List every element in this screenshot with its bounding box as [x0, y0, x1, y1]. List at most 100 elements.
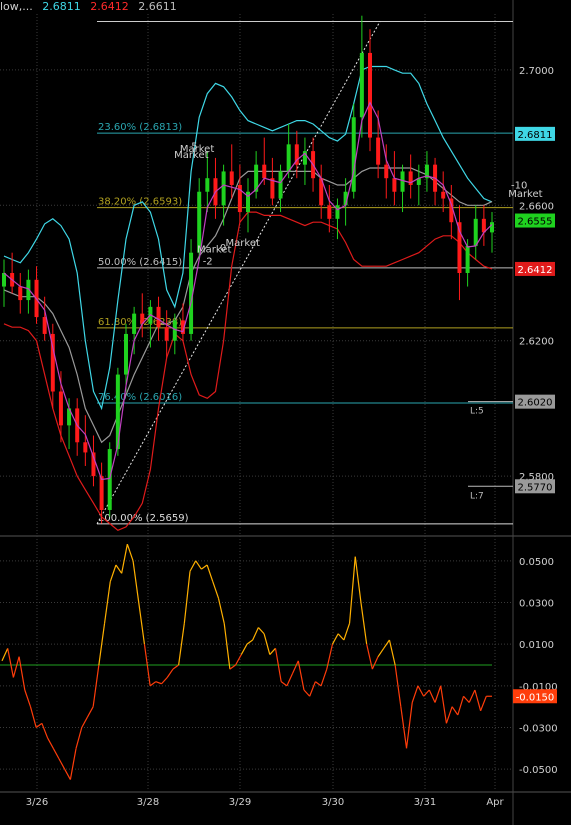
fib-level-label: 76.40% (2.6016): [98, 392, 182, 403]
candle-body: [286, 144, 291, 172]
x-tick-label: 3/30: [322, 797, 344, 808]
osc-line-segment: [423, 689, 430, 697]
osc-line-segment: [474, 689, 482, 711]
osc-line-segment: [1, 648, 9, 662]
trade-annotation: Market: [226, 238, 260, 249]
osc-line-segment: [69, 748, 77, 780]
osc-line-segment: [92, 664, 100, 707]
x-tick-label: 3/31: [414, 797, 436, 808]
price-tag-label: 2.5770: [518, 482, 553, 493]
candle-body: [335, 205, 340, 219]
osc-line-segment: [229, 664, 236, 670]
osc-line-segment: [428, 689, 436, 703]
osc-value-label: -0.0150: [516, 692, 555, 703]
osc-line-segment: [121, 544, 128, 574]
osc-line-segment: [480, 696, 487, 712]
price-tick-label: 2.7000: [519, 66, 554, 77]
osc-line-segment: [41, 723, 49, 739]
candle-body: [99, 476, 104, 510]
price-tick-label: 2.6600: [519, 201, 554, 212]
fib-level-label: 23.60% (2.6813): [98, 122, 182, 133]
osc-tick-label: 0.0100: [519, 640, 554, 651]
osc-line-segment: [463, 695, 470, 703]
candle-body: [392, 178, 397, 192]
candle-body: [197, 191, 202, 253]
level-label: L:7: [470, 491, 484, 501]
candle-body: [490, 222, 494, 233]
price-tag-label: 2.6020: [518, 398, 553, 409]
osc-line-segment: [405, 702, 413, 749]
osc-line-segment: [195, 560, 202, 570]
osc-line-segment: [240, 643, 248, 655]
trade-annotation: 0: [220, 243, 226, 254]
osc-line-segment: [58, 758, 66, 770]
bollinger-lower-band: [3, 211, 493, 531]
candle-body: [124, 333, 128, 375]
osc-line-segment: [309, 681, 316, 697]
price-tick-label: 2.6200: [519, 337, 554, 348]
osc-line-segment: [360, 602, 368, 645]
candle-body: [229, 171, 234, 185]
osc-line-segment: [12, 656, 20, 678]
osc-line-segment: [451, 706, 459, 716]
osc-line-segment: [303, 689, 311, 697]
candle-body: [441, 191, 446, 199]
candle-body: [2, 273, 6, 287]
osc-tick-label: 0.0500: [519, 557, 554, 568]
osc-tick-label: 0.0300: [519, 599, 554, 610]
candle-body: [164, 327, 169, 341]
trade-annotation: 5: [191, 141, 197, 152]
fib-level-label: 38.20% (2.6593): [98, 197, 182, 208]
osc-line-segment: [440, 685, 448, 724]
candle-body: [359, 52, 364, 118]
osc-line-segment: [269, 647, 276, 655]
osc-line-segment: [189, 560, 197, 572]
osc-line-segment: [292, 660, 299, 674]
osc-line-segment: [457, 696, 465, 716]
candle-body: [132, 313, 137, 334]
candle-body: [221, 171, 226, 206]
osc-line-segment: [75, 727, 83, 749]
osc-line-segment: [109, 564, 117, 582]
candle-body: [205, 178, 210, 192]
osc-line-segment: [286, 673, 294, 687]
osc-line-segment: [161, 677, 168, 685]
osc-tick-label: -0.0500: [519, 765, 558, 776]
osc-line-segment: [388, 639, 396, 666]
osc-line-segment: [132, 560, 140, 603]
osc-line-segment: [252, 627, 259, 641]
candle-body: [384, 164, 389, 179]
x-tick-label: 3/28: [137, 797, 159, 808]
x-tick-label: 3/26: [26, 797, 48, 808]
x-tick-label: Apr: [486, 797, 504, 808]
candle-body: [262, 164, 267, 179]
osc-line-segment: [343, 623, 351, 641]
osc-line-segment: [212, 581, 220, 599]
osc-line-segment: [155, 681, 162, 685]
osc-tick-label: -0.0300: [519, 724, 558, 735]
candle-body: [465, 245, 470, 273]
price-tag-label: 2.6811: [518, 130, 553, 141]
osc-line-segment: [246, 639, 254, 645]
osc-line-segment: [7, 648, 14, 678]
osc-line-segment: [217, 598, 225, 624]
osc-line-segment: [468, 689, 476, 703]
chart-canvas[interactable]: 3/26 3/28 3/29 3/30 3/31 Apr 2.7000 2.6600 2.620…: [0, 0, 571, 825]
candle-body: [473, 218, 478, 246]
fib-trend-line: [96, 21, 381, 525]
price-tag-label: 2.6412: [518, 265, 553, 276]
osc-line-segment: [223, 623, 231, 670]
price-tag-label: 2.6555: [518, 217, 553, 228]
osc-line-segment: [64, 768, 71, 780]
osc-line-segment: [337, 633, 345, 641]
osc-line-segment: [377, 647, 385, 658]
osc-line-segment: [354, 556, 362, 603]
osc-line-segment: [18, 656, 26, 691]
osc-line-segment: [280, 681, 288, 687]
fib-level-label: 100.00% (2.5659): [98, 513, 189, 524]
osc-line-segment: [172, 664, 179, 670]
osc-line-segment: [86, 706, 94, 718]
osc-line-segment: [206, 564, 214, 582]
candle-body: [156, 306, 161, 328]
osc-line-segment: [411, 685, 419, 703]
